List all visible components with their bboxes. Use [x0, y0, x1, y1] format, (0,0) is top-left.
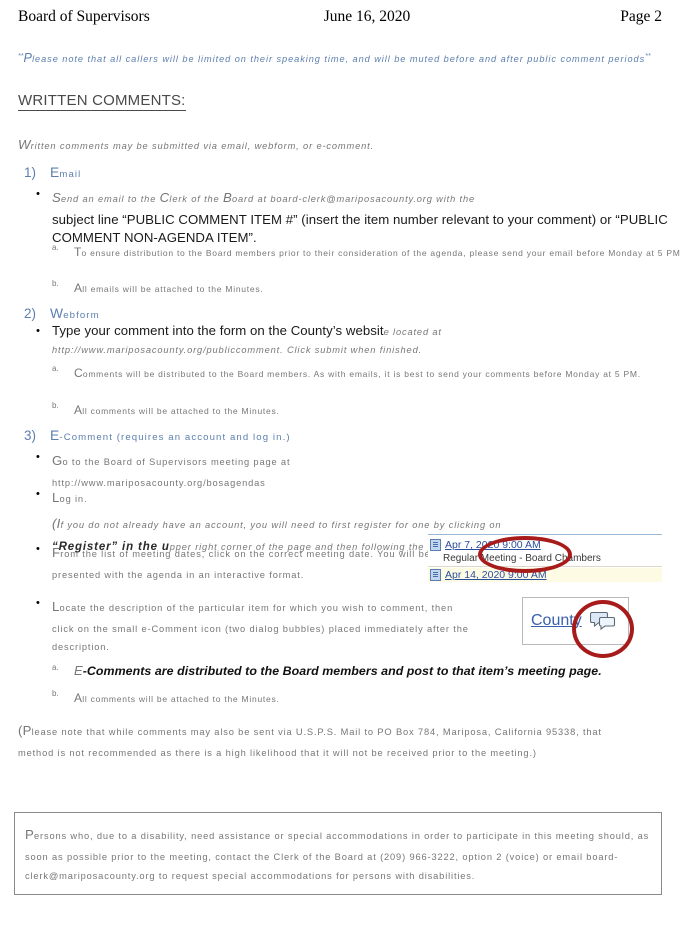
agenda-document-icon [430, 569, 441, 581]
webform-sub-a-cap: C [74, 366, 83, 380]
ecomment-cap: E [50, 428, 60, 443]
email-sub-b-cap: A [74, 281, 83, 295]
email-label: mail [59, 169, 82, 180]
meeting-date-link[interactable]: Apr 14, 2020 9:00 AM [445, 569, 547, 581]
meeting-row[interactable]: Apr 14, 2020 9:00 AM [428, 568, 662, 582]
ecomment-sub-b-cap: A [74, 691, 83, 705]
list-divider [428, 566, 662, 567]
usps-text: lease note that while comments may also … [18, 727, 602, 758]
notice-lead-cap: P [23, 51, 33, 65]
list-top-rule [428, 534, 662, 535]
webform-sub-b-letter: b. [52, 401, 59, 410]
meeting-row-subtitle: Regular Meeting - Board Chambers [443, 553, 601, 564]
webform-number: 2) [24, 306, 37, 321]
ecomment-sub-a-text: -Comments are distributed to the Board m… [82, 664, 602, 678]
ecomment-sub-a: a. E-Comments are distributed to the Boa… [18, 662, 680, 681]
email-sub-a-cap: T [74, 245, 82, 259]
email-bullet: Send an email to the Clerk of the Board … [18, 184, 680, 247]
ada-text: ersons who, due to a disability, need as… [25, 831, 650, 882]
screenshot-agenda-item: County [522, 597, 629, 645]
email-sub-b-letter: b. [52, 279, 59, 288]
ecomment-b3-text: rom the list of meeting dates, click on … [52, 549, 431, 580]
ecomment-b2-text: og in. [59, 494, 88, 504]
email-b-cap2: C [159, 190, 170, 205]
webform-sub-a: a. Comments will be distributed to the B… [18, 361, 680, 385]
webform-sub-a-text: omments will be distributed to the Board… [82, 369, 641, 379]
meeting-date-link[interactable]: Apr 7, 2020 9:00 AM [445, 539, 541, 551]
ecomment-paren: (requires an account and log in.) [116, 432, 291, 443]
webform-label: ebform [63, 310, 100, 321]
ecomment-sub-b-text: ll comments will be attached to the Minu… [82, 694, 280, 704]
webform-cap: W [50, 306, 64, 321]
email-b-cap1: S [52, 190, 61, 205]
email-sub-a: a. To ensure distribution to the Board m… [18, 240, 680, 264]
notice-text: lease note that all callers will be limi… [32, 54, 646, 64]
webform-sub-a-letter: a. [52, 364, 59, 373]
email-sub-b-text: ll emails will be attached to the Minute… [82, 284, 264, 294]
email-b-t1: end an email to the [61, 194, 160, 204]
email-b-cap3: B [223, 190, 233, 205]
webform-sub-b-text: ll comments will be attached to the Minu… [82, 406, 280, 416]
usps-note: (Please note that while comments may als… [18, 718, 628, 762]
ecomment-sub-b-letter: b. [52, 689, 59, 698]
usps-open: (P [18, 723, 32, 738]
email-sub-a-text: o ensure distribution to the Board membe… [81, 248, 680, 258]
ecomment-b2-cap: L [52, 490, 60, 505]
notice-stars-close: ** [645, 52, 651, 60]
ecomment-sub-b: b. All comments will be attached to the … [18, 686, 680, 710]
ecomment-bubbles-icon[interactable] [589, 611, 616, 631]
intro-text: ritten comments may be submitted via ema… [30, 141, 375, 151]
intro-cap: W [18, 137, 31, 152]
list-item-email-heading: 1) Email [18, 165, 654, 180]
email-sub-a-letter: a. [52, 243, 59, 252]
list-item-webform-heading: 2) Webform [18, 306, 654, 321]
agenda-document-icon [430, 539, 441, 551]
caller-notice: ** Please note that all callers will be l… [18, 44, 654, 72]
ecomment-bullet-locate-item: Locate the description of the particular… [18, 593, 472, 656]
ecomment-note-text: f you do not already have an account, yo… [60, 519, 502, 530]
ada-notice-text: Persons who, due to a disability, need a… [25, 821, 651, 886]
email-b-t3: oard at board-clerk@mariposacounty.org w… [232, 194, 476, 204]
ecomment-b4-text: ocate the description of the particular … [52, 603, 469, 652]
list-item-ecomment-heading: 3) E-Comment (requires an account and lo… [18, 428, 654, 443]
ecomment-b4-cap: L [52, 599, 60, 614]
ecomment-b1-text: o to the Board of Supervisors meeting pa… [62, 457, 291, 467]
webform-url-line: http://www.mariposacounty.org/publiccomm… [52, 345, 423, 356]
ecomment-bullet-pick-date: From the list of meeting dates, click on… [18, 539, 472, 584]
page-header: Board of Supervisors June 16, 2020 Page … [18, 5, 662, 29]
header-page-number: Page 2 [620, 8, 662, 25]
webform-black-text: Type your comment into the form on the C… [52, 323, 384, 338]
header-meeting-date: June 16, 2020 [323, 8, 411, 25]
meeting-row[interactable]: Apr 7, 2020 9:00 AM [428, 538, 662, 552]
intro-line: Written comments may be submitted via em… [18, 132, 638, 158]
ecomment-number: 3) [24, 428, 37, 443]
email-cap: E [50, 165, 60, 180]
county-link[interactable]: County [531, 612, 582, 630]
webform-grey-tail: e located at [383, 327, 442, 337]
email-b-t2: lerk of the [169, 194, 224, 204]
webform-sub-b-cap: A [74, 403, 83, 417]
email-sub-b: b. All emails will be attached to the Mi… [18, 276, 680, 300]
email-number: 1) [24, 165, 37, 180]
ecomment-sub-a-letter: a. [52, 663, 59, 672]
ecomment-sub-a-cap: E [74, 663, 83, 678]
section-title: WRITTEN COMMENTS: [18, 92, 186, 111]
ada-cap: P [25, 827, 34, 842]
screenshot-meeting-list: Apr 7, 2020 9:00 AM Regular Meeting - Bo… [428, 534, 662, 582]
ada-notice-box: Persons who, due to a disability, need a… [14, 812, 662, 896]
webform-sub-b: b. All comments will be attached to the … [18, 398, 680, 422]
ecomment-b1-cap: G [52, 453, 63, 468]
ecomment-label: -Comment [59, 432, 113, 443]
document-page: Board of Supervisors June 16, 2020 Page … [0, 0, 680, 926]
webform-bullet: Type your comment into the form on the C… [18, 321, 680, 359]
header-left-title: Board of Supervisors [18, 8, 150, 25]
